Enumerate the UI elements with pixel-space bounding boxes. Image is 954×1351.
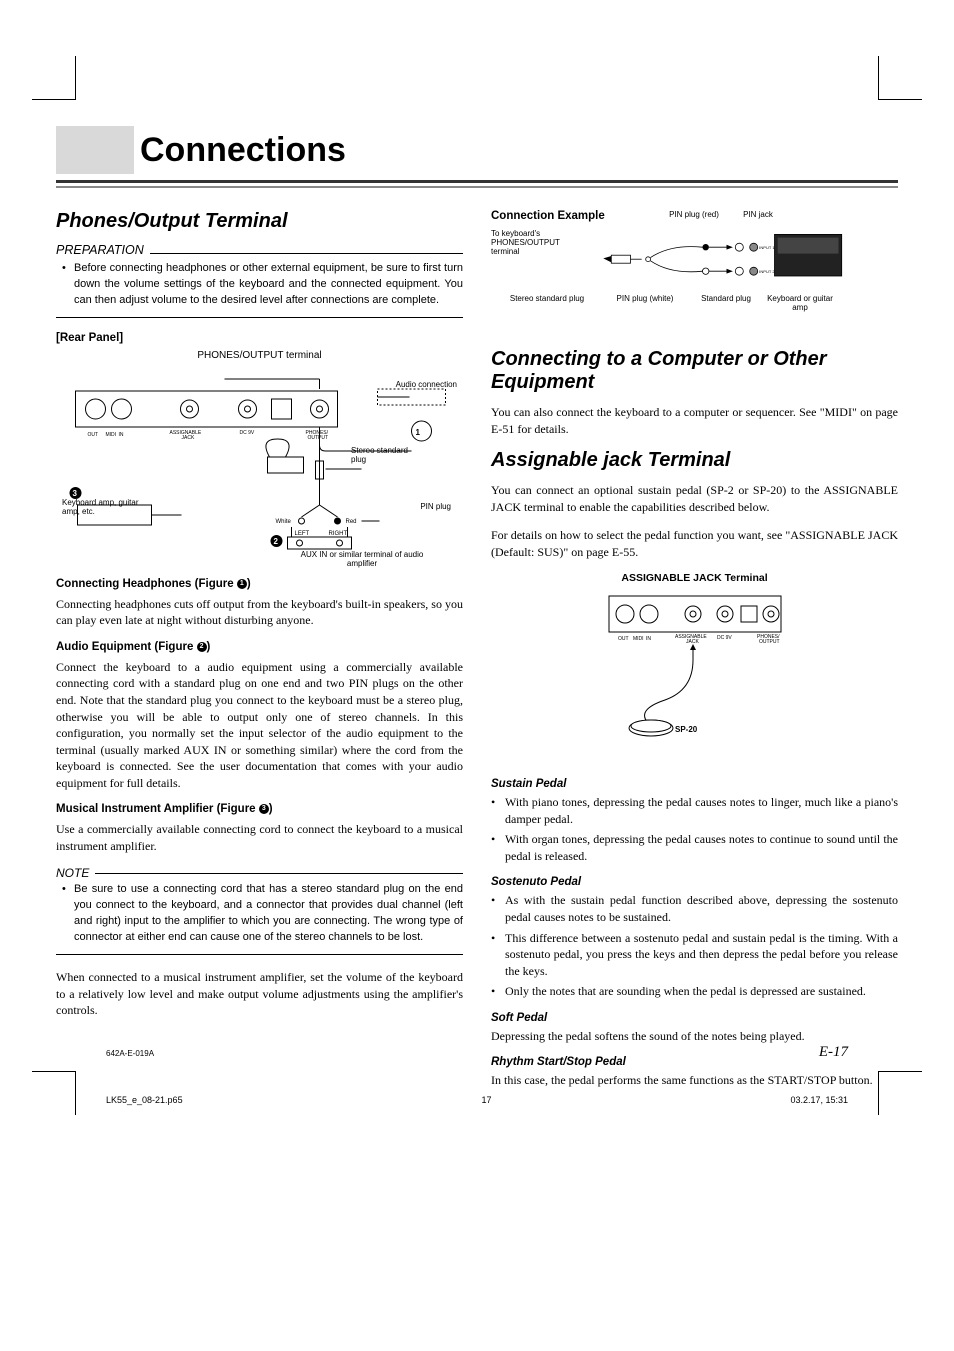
svg-text:MIDI: MIDI [106,432,117,438]
label-keyboard-amp: Keyboard amp, guitar amp, etc. [62,498,140,516]
para-audio-equipment: Connect the keyboard to a audio equipmen… [56,659,463,791]
label-aux: AUX IN or similar terminal of audio ampl… [297,550,427,568]
svg-text:OUTPUT: OUTPUT [759,639,780,645]
para-amplifier: Use a commercially available connecting … [56,821,463,854]
svg-text:SP-20: SP-20 [675,725,698,734]
label-pin-plug-white: PIN plug (white) [605,294,685,312]
label-stereo-plug: Stereo standard plug [351,446,421,464]
para-connecting-computer: You can also connect the keyboard to a c… [491,404,898,437]
heading-amplifier: Musical Instrument Amplifier (Figure 3) … [56,803,463,815]
label-pin-jack: PIN jack [733,210,783,219]
label-pin-plug-red: PIN plug (red) [659,210,729,219]
section-phones-output: Phones/Output Terminal [56,210,463,233]
label-kb-guitar-amp: Keyboard or guitar amp [767,294,833,312]
para-amplifier-tail: When connected to a musical instrument a… [56,969,463,1019]
assignable-jack-diagram: OUT MIDI IN ASSIGNABLE JACK DC 9V PHONES… [491,590,898,762]
svg-text:MIDI: MIDI [633,636,644,642]
p65-date: 03.2.17, 15:31 [790,1095,848,1105]
crop-mark-bl [32,1071,76,1115]
note-rule [95,873,463,874]
label-standard-plug: Standard plug [693,294,759,312]
para-connecting-headphones: Connecting headphones cuts off output fr… [56,596,463,629]
label-audio-connection: Audio connection [396,380,457,389]
chapter-title: Connections [140,126,346,174]
svg-text:OUTPUT: OUTPUT [308,435,329,441]
label-to-keyboard: To keyboard's PHONES/OUTPUT terminal [491,229,583,256]
p65-filename: LK55_e_08-21.p65 [106,1095,183,1105]
svg-text:1: 1 [416,428,421,437]
label-pin-plug: PIN plug [420,502,451,511]
section-assignable-jack: Assignable jack Terminal [491,449,898,472]
diagram-caption: PHONES/OUTPUT terminal [56,350,463,361]
para-ajack-1: You can connect an optional sustain peda… [491,482,898,515]
svg-text:JACK: JACK [182,435,195,441]
para-ajack-2: For details on how to select the pedal f… [491,527,898,560]
chapter-rule-2 [56,186,898,188]
crop-mark-br [878,1071,922,1115]
svg-text:RIGHT: RIGHT [329,531,348,537]
svg-text:IN: IN [646,636,651,642]
svg-text:JACK: JACK [686,639,699,645]
heading-connecting-headphones: Connecting Headphones (Figure 1) Connect… [56,578,463,590]
sostenuto-bullet-3: Only the notes that are sounding when th… [491,983,898,1000]
connection-example-diagram: INPUT 1 INPUT 2 PIN plug (red) PIN jack … [491,228,898,318]
rear-panel-diagram: PHONES/OUTPUT terminal OUT [56,350,463,562]
heading-sustain-pedal: Sustain Pedal [491,778,898,790]
note-label: NOTE [56,866,89,880]
crop-mark-tr [878,56,922,100]
sostenuto-bullet-2: This difference between a sostenuto peda… [491,930,898,980]
preparation-label: PREPARATION [56,243,144,257]
preparation-rule [150,253,463,254]
sostenuto-bullet-1: As with the sustain pedal function descr… [491,892,898,925]
para-rhythm-pedal: In this case, the pedal performs the sam… [491,1072,898,1089]
svg-text:DC 9V: DC 9V [717,635,732,641]
chapter-tab-graphic [56,126,134,174]
svg-text:OUT: OUT [618,636,629,642]
heading-soft-pedal: Soft Pedal [491,1012,898,1024]
sustain-bullet-1: With piano tones, depressing the pedal c… [491,794,898,827]
svg-text:2: 2 [274,537,279,546]
svg-text:Red: Red [346,519,357,525]
sustain-bullet-2: With organ tones, depressing the pedal c… [491,831,898,864]
label-stereo-standard-plug: Stereo standard plug [497,294,597,312]
crop-mark-tl [32,56,76,100]
note-end-rule [56,954,463,955]
svg-text:3: 3 [73,489,78,498]
svg-text:DC 9V: DC 9V [240,430,255,436]
p65-page: 17 [482,1095,492,1105]
svg-text:IN: IN [119,432,124,438]
svg-text:White: White [276,519,292,525]
footer-page-number: E-17 [819,1044,848,1061]
chapter-rule-1 [56,180,898,183]
svg-text:OUT: OUT [88,432,99,438]
preparation-end-rule [56,317,463,318]
assignable-jack-diagram-label: ASSIGNABLE JACK Terminal [491,572,898,584]
section-connecting-computer: Connecting to a Computer or Other Equipm… [491,348,898,394]
footer-code: 642A-E-019A [106,1049,154,1058]
heading-audio-equipment: Audio Equipment (Figure 2) Audio Equipme… [56,641,463,653]
svg-text:LEFT: LEFT [295,531,310,537]
para-soft-pedal: Depressing the pedal softens the sound o… [491,1028,898,1045]
heading-sostenuto-pedal: Sostenuto Pedal [491,876,898,888]
svg-text:INPUT 2: INPUT 2 [759,269,775,274]
note-text: Be sure to use a connecting cord that ha… [56,882,463,946]
preparation-text: Before connecting headphones or other ex… [56,261,463,309]
rear-panel-label: [Rear Panel] [56,332,463,344]
